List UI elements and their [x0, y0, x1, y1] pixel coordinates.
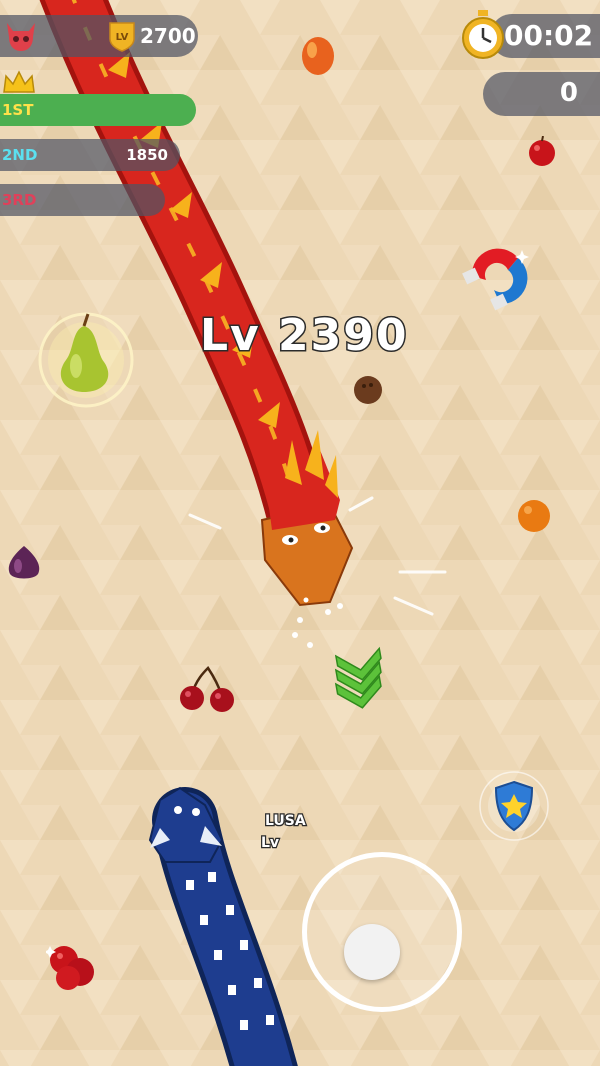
- shield-star-icon: [479, 771, 549, 841]
- leaderboard-row-2: 2ND 1850: [0, 139, 180, 171]
- level-bar: LV 2700: [0, 15, 198, 57]
- coconut-item: [354, 376, 382, 404]
- leaderboard-row-1: 1ST: [0, 94, 196, 126]
- leaderboard-row-3: 3RD: [0, 184, 165, 216]
- score-panel: 0: [483, 72, 600, 116]
- player-name-label: LUSA: [264, 812, 307, 831]
- stopwatch-icon: [462, 10, 504, 59]
- orange-item: [518, 500, 550, 532]
- magnet-icon: [462, 248, 529, 311]
- joystick-knob[interactable]: [344, 924, 400, 980]
- level-badge-text: LV: [116, 32, 129, 43]
- player-snake-head: [148, 786, 224, 863]
- pear-item: [38, 312, 134, 408]
- rank-label: 1ST: [2, 101, 34, 119]
- rank-score: 1850: [126, 146, 168, 164]
- rank-label: 3RD: [2, 191, 37, 209]
- cherries-item: [180, 666, 234, 712]
- mango-item: [302, 37, 334, 75]
- score-value: 0: [559, 78, 578, 108]
- apple-item: [529, 136, 555, 166]
- enemy-level-label: Lv 2390: [199, 309, 409, 363]
- chevron-down-icon: [334, 646, 382, 709]
- fig-item: [8, 546, 40, 579]
- crown-icon: [3, 70, 35, 93]
- timer-panel: 00:02: [490, 14, 600, 58]
- level-value: 2700: [140, 24, 196, 48]
- apples-item: [46, 946, 94, 990]
- joystick[interactable]: [302, 852, 462, 1012]
- level-badge-icon: LV: [109, 22, 135, 52]
- rank-label: 2ND: [2, 146, 38, 164]
- dragon-skull-icon: [7, 23, 35, 51]
- timer-value: 00:02: [504, 19, 594, 52]
- player-level-label: Lv: [260, 834, 281, 853]
